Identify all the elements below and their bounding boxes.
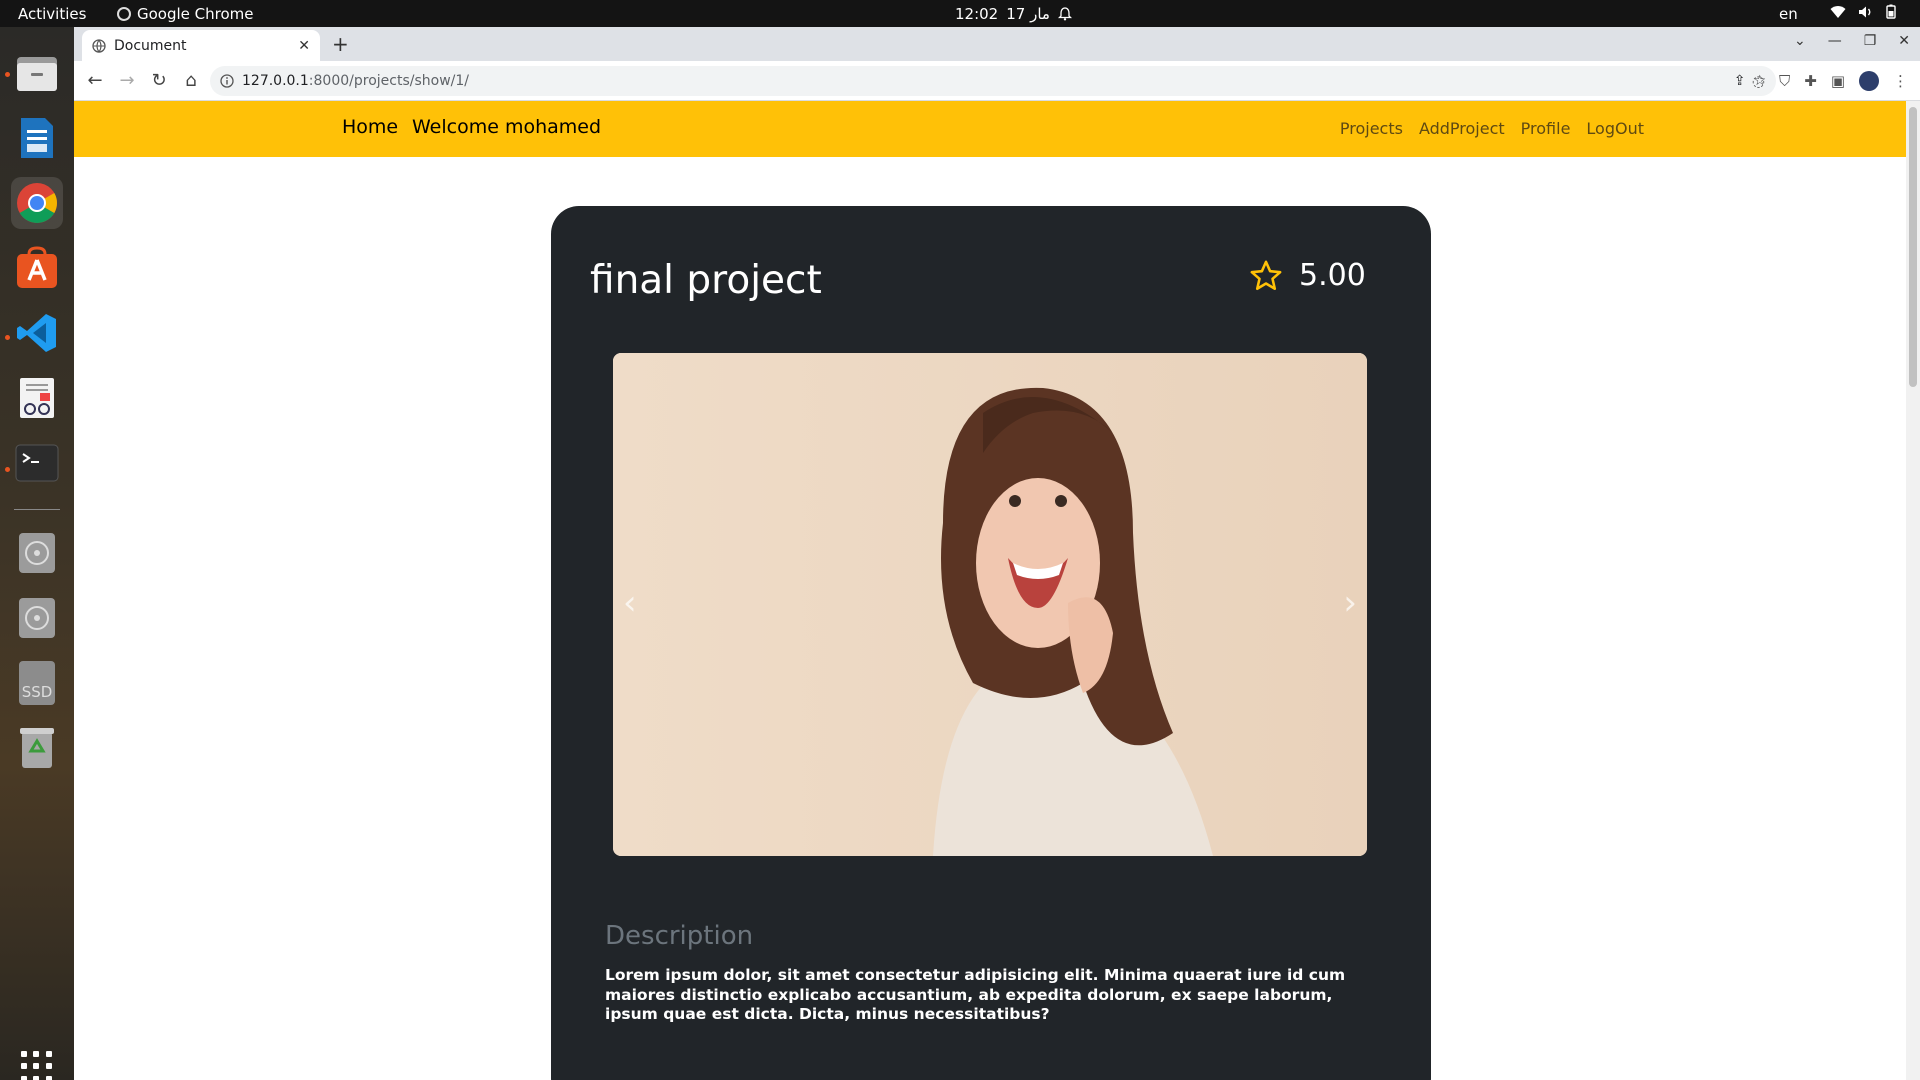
browser-toolbar: ← → ↻ ⌂ 127.0.0.1:8000/projects/show/1/ … [74,61,1920,101]
drive-icon [19,533,55,573]
nav-logout-link[interactable]: LogOut [1586,119,1644,138]
chrome-dock-item[interactable] [11,177,63,229]
dock: SSD [0,27,74,1080]
rating-value: 5.00 [1299,258,1366,293]
shield-extension-icon[interactable]: ⛉ [1779,72,1790,90]
url-path: :8000/projects/show/1/ [308,73,469,89]
extensions-area: ◌ ⛉ ✚ ▣ ⋮ [1752,71,1908,91]
carousel-prev-icon[interactable]: ‹ [623,583,637,623]
nav-projects-link[interactable]: Projects [1340,119,1403,138]
running-indicator [5,72,10,77]
tab-title: Document [114,37,187,54]
star-icon[interactable] [1249,259,1283,293]
system-top-bar: Activities Google Chrome 12:02 17 مار en [0,0,1920,27]
running-indicator [5,467,10,472]
battery-icon [1886,4,1896,19]
files-icon [17,57,57,91]
clock-date: 17 مار [1006,5,1050,23]
trash-dock-item[interactable] [11,722,63,774]
clock[interactable]: 12:02 17 مار [955,5,1072,23]
reload-icon[interactable]: ↻ [148,70,170,91]
running-indicator [5,335,10,340]
tab-search-icon[interactable]: ⌄ [1794,33,1806,49]
globe-icon [92,38,106,53]
nav-profile-link[interactable]: Profile [1521,119,1571,138]
libreoffice-writer-icon [21,118,53,158]
share-icon[interactable]: ⇪ [1734,73,1746,89]
disk-dock-item-2[interactable] [11,592,63,644]
nav-home-link[interactable]: Home [342,116,398,138]
trash-icon [20,728,54,768]
profile-avatar[interactable] [1859,71,1879,91]
vscode-icon [17,314,56,352]
extension-1-icon[interactable]: ◌ [1752,72,1765,90]
bell-icon [1057,7,1072,21]
close-window-icon[interactable]: ✕ [1898,33,1910,49]
app-menu[interactable]: Google Chrome [117,5,254,23]
browser-window: Document ✕ + ⌄ — ❐ ✕ ← → ↻ ⌂ 127.0.0.1:8… [74,27,1920,1080]
home-icon[interactable]: ⌂ [180,70,202,91]
description-text: Lorem ipsum dolor, sit amet consectetur … [605,966,1346,1023]
wifi-icon [1830,5,1846,18]
software-dock-item[interactable] [11,242,63,294]
clock-time: 12:02 [955,5,999,23]
app-menu-label: Google Chrome [137,5,254,23]
scrollbar-thumb[interactable] [1909,107,1917,387]
address-bar[interactable]: 127.0.0.1:8000/projects/show/1/ ⇪ ☆ [210,66,1776,96]
vscode-dock-item[interactable] [11,307,63,359]
tab-strip: Document ✕ + ⌄ — ❐ ✕ [74,27,1920,61]
minimize-icon[interactable]: — [1828,33,1842,49]
google-chrome-icon [17,183,57,223]
maximize-icon[interactable]: ❐ [1864,33,1877,49]
window-controls: ⌄ — ❐ ✕ [1794,33,1910,49]
drive-icon [19,598,55,638]
page-scrollbar[interactable] [1906,101,1920,1080]
page-viewport: Home Welcome mohamed Projects AddProject… [74,101,1906,1080]
site-navbar: Home Welcome mohamed Projects AddProject… [74,101,1906,157]
back-icon[interactable]: ← [84,70,106,91]
disk-dock-item-1[interactable] [11,527,63,579]
new-tab-button[interactable]: + [332,32,349,56]
url-host: 127.0.0.1 [242,73,309,89]
forward-icon[interactable]: → [116,70,138,91]
terminal-dock-item[interactable] [11,437,63,489]
project-card: final project 5.00 ‹ › Description Lorem… [551,206,1431,1080]
files-dock-item[interactable] [11,47,63,99]
side-panel-icon[interactable]: ▣ [1831,72,1845,90]
project-rating: 5.00 [1249,258,1366,293]
project-photo [613,353,1367,856]
tab-close-icon[interactable]: ✕ [298,38,310,54]
carousel-next-icon[interactable]: › [1343,583,1357,623]
writer-dock-item[interactable] [11,112,63,164]
ssd-icon: SSD [19,661,55,705]
dock-separator [14,509,60,510]
chrome-small-icon [117,7,131,21]
project-image-carousel: ‹ › [613,353,1367,856]
ssd-dock-item[interactable]: SSD [11,657,63,709]
description-heading: Description [605,921,754,951]
info-icon [220,74,234,88]
project-title: final project [590,258,822,303]
nav-links: Projects AddProject Profile LogOut [1340,119,1644,138]
document-viewer-dock-item[interactable] [11,372,63,424]
extensions-puzzle-icon[interactable]: ✚ [1804,72,1817,90]
document-viewer-icon [20,378,54,418]
volume-icon [1859,6,1871,17]
welcome-message: Welcome mohamed [412,116,602,138]
ssd-label: SSD [21,683,53,701]
keyboard-layout-indicator[interactable]: en [1779,5,1798,23]
tab-document[interactable]: Document ✕ [82,30,320,61]
nav-addproject-link[interactable]: AddProject [1419,119,1505,138]
activities-button[interactable]: Activities [18,5,86,23]
system-tray[interactable] [1830,4,1896,19]
show-applications-button[interactable] [21,1051,53,1080]
ubuntu-software-icon [17,246,57,288]
terminal-icon [15,444,59,482]
chrome-menu-icon[interactable]: ⋮ [1893,72,1908,90]
